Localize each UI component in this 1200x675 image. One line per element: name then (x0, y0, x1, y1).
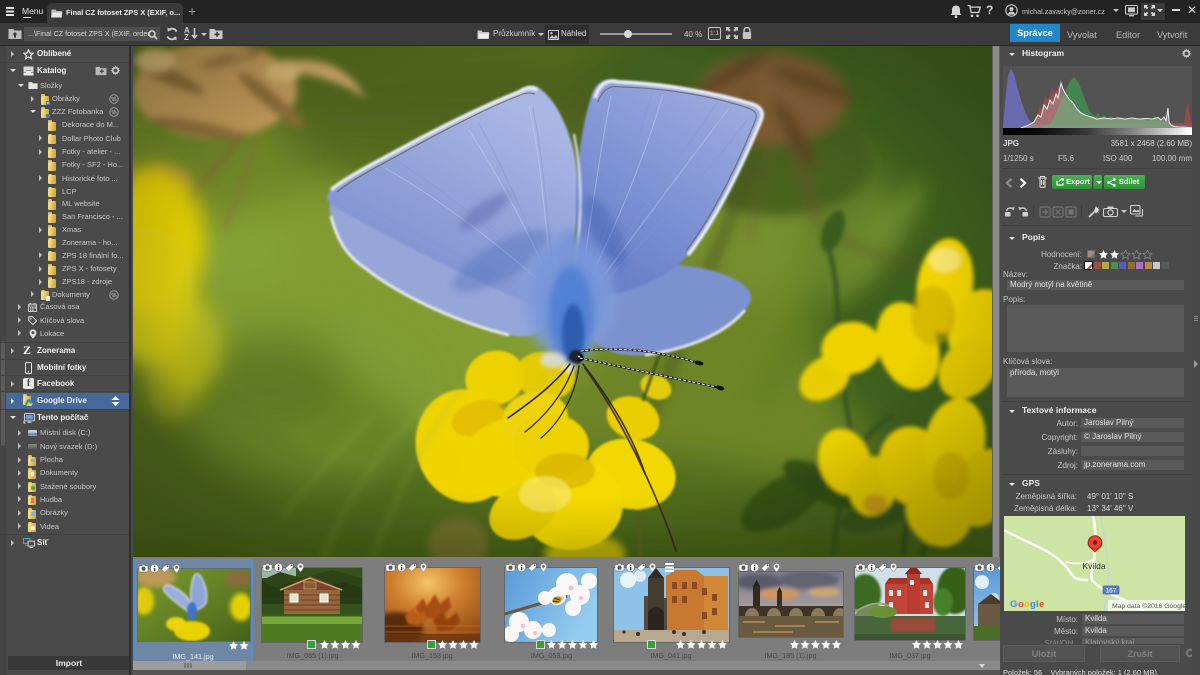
svg-text:Kvilda: Kvilda (1082, 561, 1105, 571)
svg-text:167: 167 (1106, 588, 1117, 595)
svg-text:Map data ©2016 Google: Map data ©2016 Google (1112, 602, 1185, 610)
svg-text:e: e (1039, 599, 1044, 610)
svg-text:G: G (1010, 599, 1017, 610)
